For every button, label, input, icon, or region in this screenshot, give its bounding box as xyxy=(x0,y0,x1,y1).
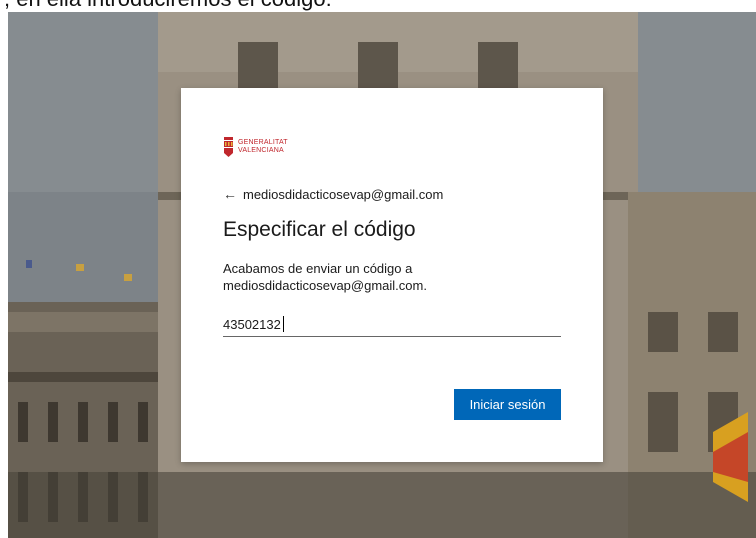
sign-in-dialog: GENERALITAT VALENCIANA ← mediosdidactico… xyxy=(181,88,603,462)
sign-in-button[interactable]: Iniciar sesión xyxy=(454,389,561,420)
coat-of-arms-icon xyxy=(224,137,233,157)
generalitat-logo: GENERALITAT VALENCIANA xyxy=(223,136,288,158)
instruction-line-1: Acabamos de enviar un código a xyxy=(223,261,413,276)
code-input[interactable] xyxy=(223,312,561,337)
page-title: Especificar el código xyxy=(223,218,416,241)
logo-line-2: VALENCIANA xyxy=(238,147,284,154)
arrow-left-icon[interactable]: ← xyxy=(223,186,237,202)
instruction-line-2: mediosdidacticosevap@gmail.com. xyxy=(223,278,427,293)
instruction-text: Acabamos de enviar un código a mediosdid… xyxy=(223,260,563,294)
text-cursor xyxy=(283,316,284,332)
logo-line-1: GENERALITAT xyxy=(238,139,288,146)
account-email: mediosdidacticosevap@gmail.com xyxy=(243,186,444,202)
back-row: ← mediosdidacticosevap@gmail.com xyxy=(223,186,443,202)
document-text-line: ; en ella introduciremos el código: xyxy=(0,0,756,12)
